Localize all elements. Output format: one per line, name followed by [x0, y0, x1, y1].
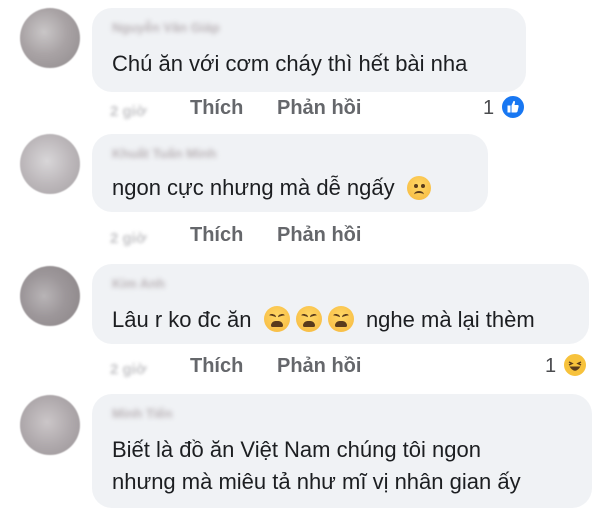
- reaction-count[interactable]: 1: [545, 355, 556, 378]
- avatar[interactable]: [20, 134, 80, 194]
- comment-bubble: Khuất Tuấn Minh ngon cực nhưng mà dễ ngấ…: [92, 134, 488, 212]
- comment-3-actions: 2 giờ Thích Phản hồi 1: [0, 352, 613, 385]
- comment-bubble: Nguyễn Văn Giáp Chú ăn với cơm cháy thì …: [92, 8, 526, 92]
- avatar[interactable]: [20, 8, 80, 68]
- like-button[interactable]: Thích: [190, 355, 243, 378]
- avatar[interactable]: [20, 395, 80, 455]
- author-name[interactable]: Nguyễn Văn Giáp: [112, 20, 220, 35]
- like-reaction-icon[interactable]: [500, 94, 526, 120]
- author-name[interactable]: Minh Tiến: [112, 406, 172, 421]
- comment-text-before: Lâu r ko đc ăn: [112, 307, 252, 332]
- comment-text-after: nghe mà lại thèm: [365, 307, 535, 332]
- reply-button[interactable]: Phản hồi: [277, 97, 361, 120]
- avatar[interactable]: [20, 266, 80, 326]
- weary-face-emoji: [327, 306, 354, 332]
- comment-bubble: Kim Anh Lâu r ko đc ăn nghe mà lại thèm: [92, 264, 589, 344]
- comment-text: ngon cực nhưng mà dễ ngấy: [112, 172, 431, 204]
- timestamp[interactable]: 2 giờ: [110, 103, 147, 120]
- like-button[interactable]: Thích: [190, 97, 243, 120]
- like-button[interactable]: Thích: [190, 224, 243, 247]
- sad-face-emoji: [406, 176, 431, 200]
- author-name[interactable]: Khuất Tuấn Minh: [112, 146, 216, 161]
- comment-text-line-2: nhưng mà miêu tả như mĩ vị nhân gian ấy: [112, 469, 521, 494]
- timestamp[interactable]: 2 giờ: [110, 361, 147, 378]
- laughing-face-icon: [568, 361, 582, 371]
- comment-text-body: ngon cực nhưng mà dễ ngấy: [112, 175, 395, 200]
- comment-text: Lâu r ko đc ăn nghe mà lại thèm: [112, 304, 535, 336]
- thumbs-up-icon: [507, 100, 519, 113]
- comment-text: Chú ăn với cơm cháy thì hết bài nha: [112, 51, 468, 76]
- timestamp[interactable]: 2 giờ: [110, 230, 147, 247]
- author-name[interactable]: Kim Anh: [112, 276, 165, 291]
- comment-1-actions: 2 giờ Thích Phản hồi 1: [0, 94, 613, 127]
- reply-button[interactable]: Phản hồi: [277, 224, 361, 247]
- comment-2-actions: 2 giờ Thích Phản hồi: [0, 224, 613, 254]
- comment-bubble: Minh Tiến Biết là đồ ăn Việt Nam chúng t…: [92, 394, 592, 508]
- reply-button[interactable]: Phản hồi: [277, 355, 361, 378]
- reaction-count[interactable]: 1: [483, 97, 494, 120]
- haha-reaction-icon[interactable]: [562, 352, 588, 378]
- weary-face-emoji: [263, 306, 290, 332]
- weary-face-emoji: [295, 306, 322, 332]
- comment-text-line-1: Biết là đồ ăn Việt Nam chúng tôi ngon: [112, 437, 481, 462]
